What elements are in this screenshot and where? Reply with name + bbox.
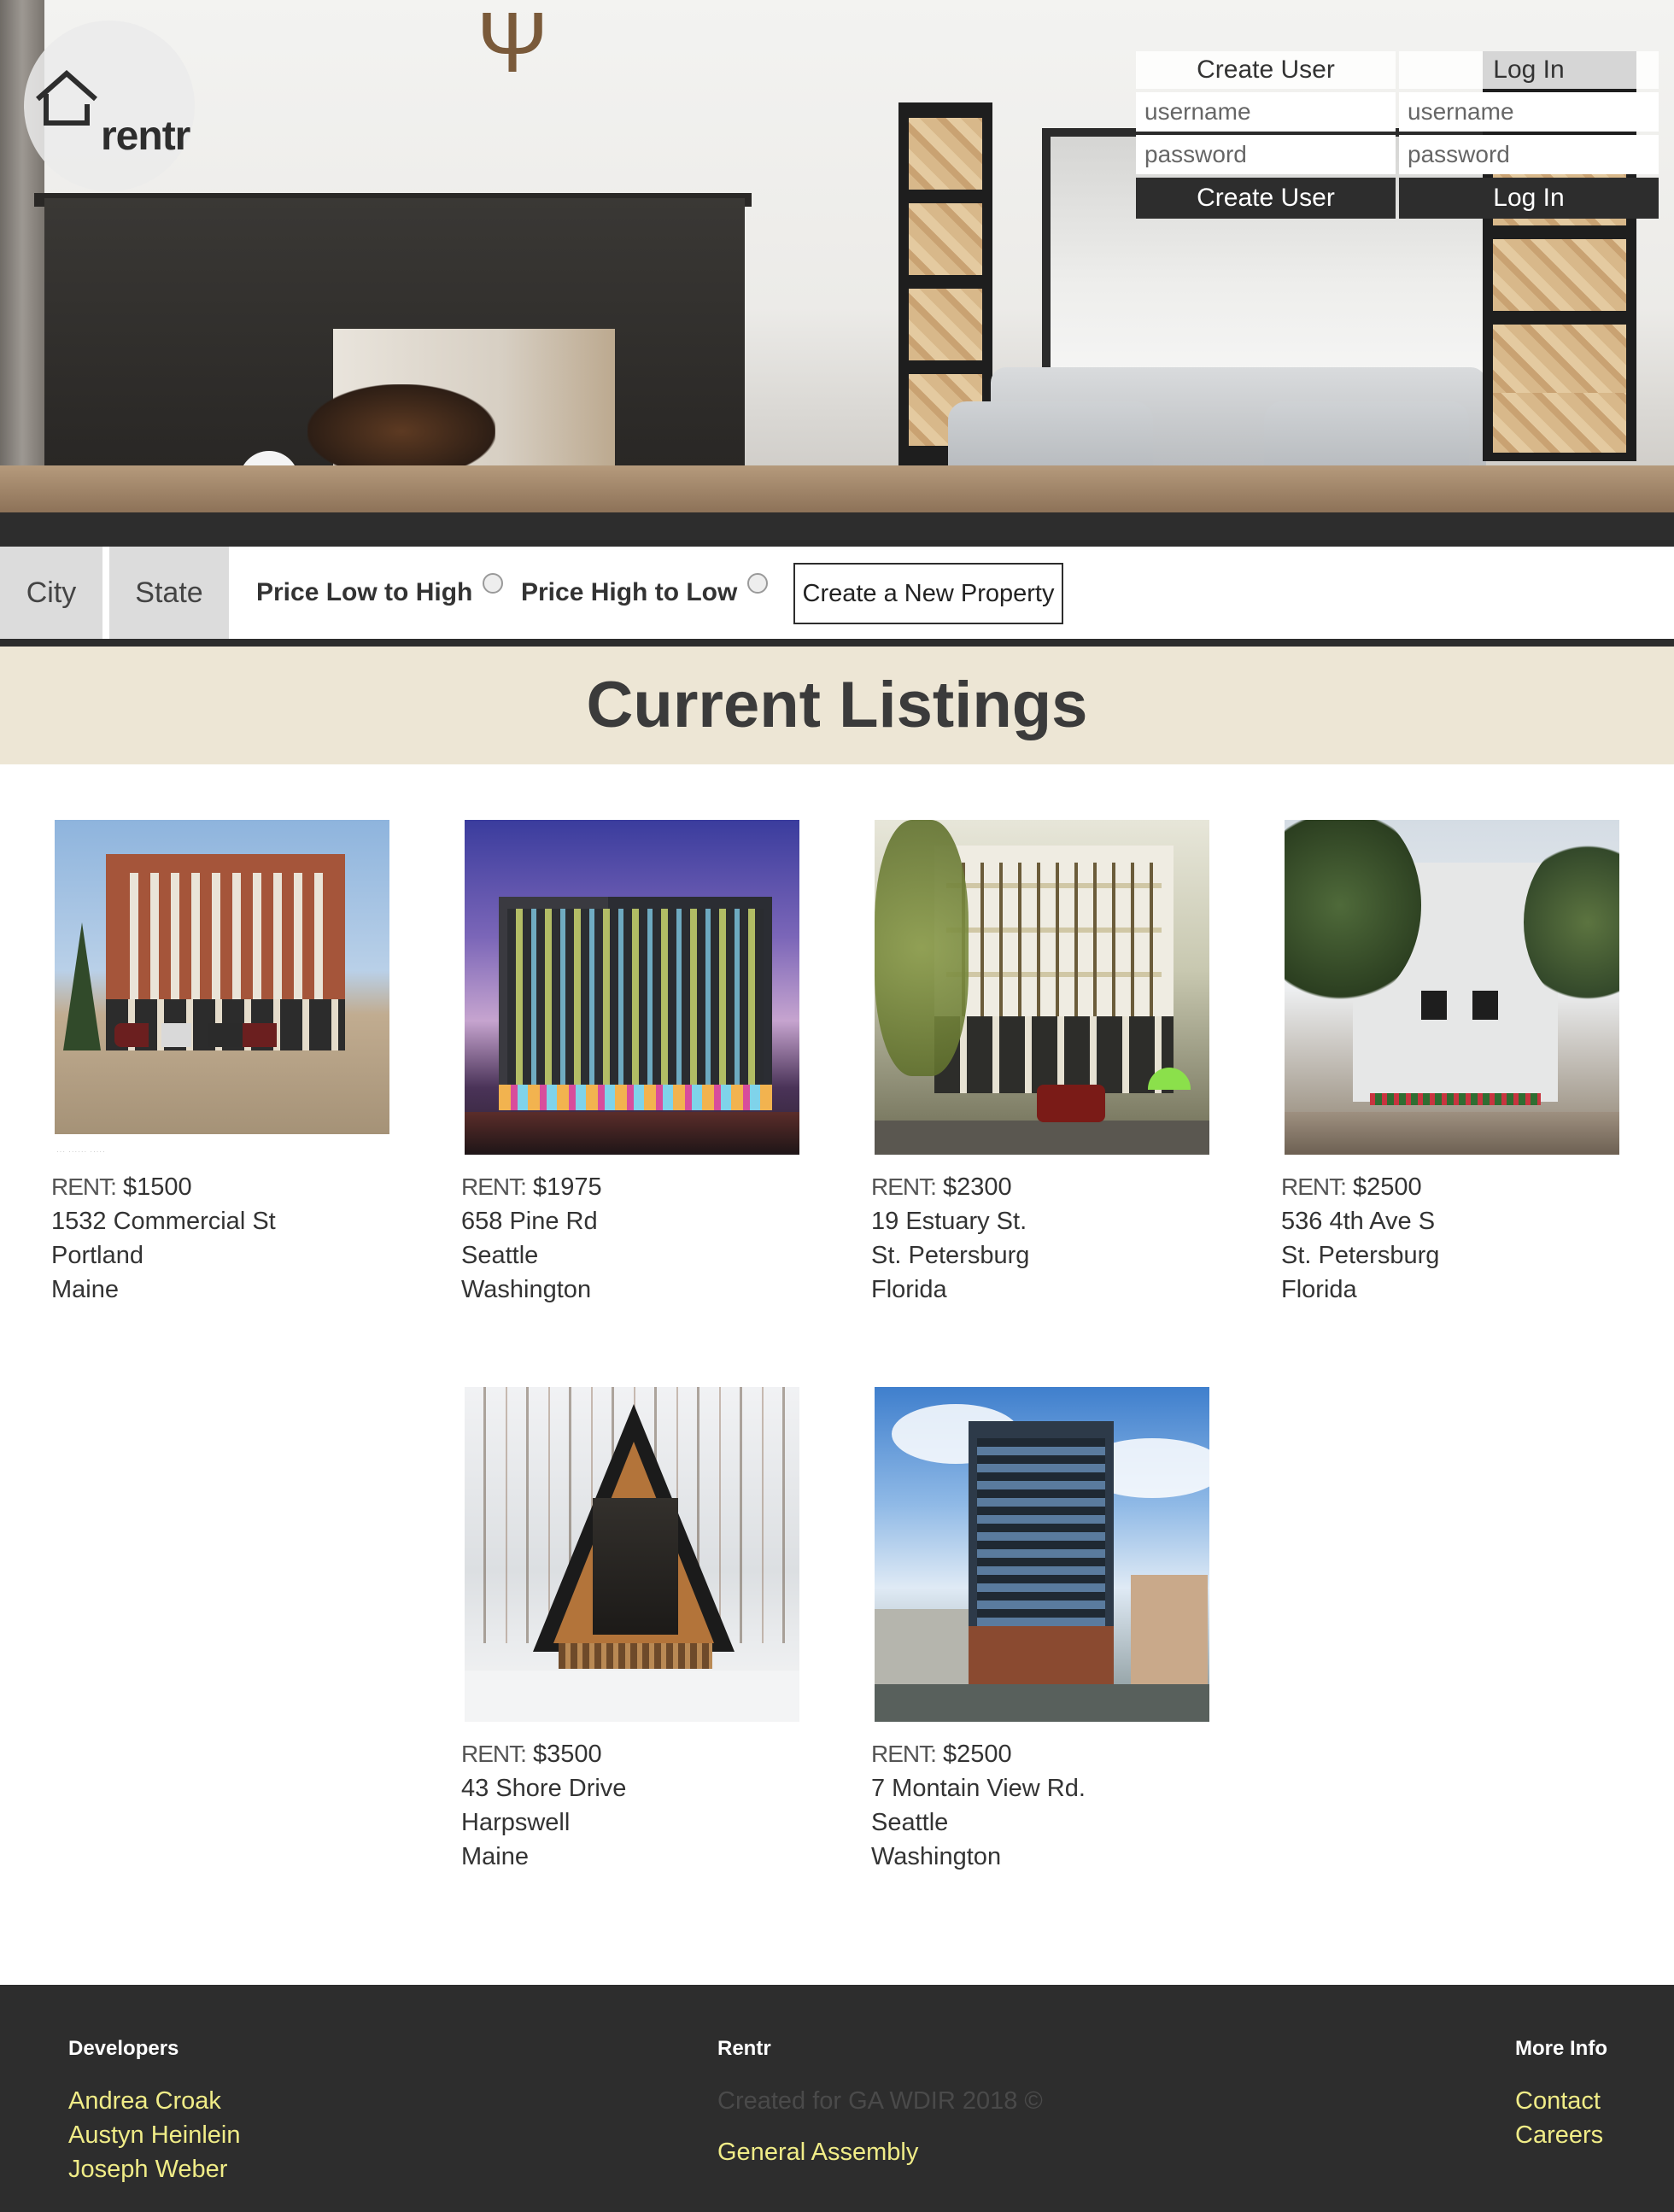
filter-state-button[interactable]: State (109, 547, 229, 639)
login-form: Log In Log In (1399, 51, 1659, 219)
site-footer: Developers Andrea Croak Austyn Heinlein … (0, 1985, 1674, 2212)
listing-city: St. Petersburg (871, 1242, 1030, 1269)
listing-rent: RENT: $2500 (1281, 1173, 1422, 1201)
listing-photo[interactable] (465, 820, 799, 1155)
footer-more-info-title: More Info (1515, 2037, 1607, 2060)
filter-bar: City State Price Low to High Price High … (0, 547, 1674, 647)
login-title: Log In (1399, 51, 1659, 89)
listing-city: Seattle (871, 1809, 949, 1836)
listing-photo[interactable] (875, 820, 1209, 1155)
listing-rent: RENT: $2300 (871, 1173, 1012, 1201)
footer-developers: Developers Andrea Croak Austyn Heinlein … (68, 2036, 241, 2186)
developer-link[interactable]: Andrea Croak (68, 2084, 241, 2118)
logo-wordmark: rentr (101, 114, 190, 159)
contact-link[interactable]: Contact (1515, 2084, 1607, 2118)
listing-rent: RENT: $3500 (461, 1741, 602, 1768)
hero-bottom-band (0, 512, 1674, 547)
listing-address: 43 Shore Drive (461, 1775, 627, 1802)
listing-city: Seattle (461, 1242, 539, 1269)
filter-bar-divider (0, 639, 1674, 647)
listing-state: Washington (871, 1843, 1002, 1870)
antler-mount: Ψ (477, 0, 548, 91)
developer-link[interactable]: Joseph Weber (68, 2152, 241, 2186)
filter-city-button[interactable]: City (0, 547, 102, 639)
listing-details: RENT: $2500 7 Montain View Rd. Seattle W… (871, 1737, 1086, 1874)
listing-address: 1532 Commercial St (51, 1208, 276, 1235)
create-username-input[interactable] (1136, 92, 1396, 132)
listing-state: Florida (1281, 1276, 1357, 1303)
footer-rentr: Rentr Created for GA WDIR 2018 © General… (717, 2036, 1043, 2169)
sort-low-to-high-option[interactable]: Price Low to High (256, 547, 504, 639)
footer-credit: Created for GA WDIR 2018 © (717, 2087, 1043, 2115)
sort-low-to-high-label: Price Low to High (256, 578, 473, 606)
login-username-input[interactable] (1399, 92, 1659, 132)
listing-details: RENT: $2300 19 Estuary St. St. Petersbur… (871, 1170, 1029, 1307)
login-button[interactable]: Log In (1399, 178, 1659, 219)
create-password-input[interactable] (1136, 135, 1396, 174)
listing-state: Maine (461, 1843, 529, 1870)
sort-low-to-high-radio[interactable] (483, 573, 504, 594)
developer-link[interactable]: Austyn Heinlein (68, 2118, 241, 2152)
listing-address: 536 4th Ave S (1281, 1208, 1436, 1235)
listing-address: 658 Pine Rd (461, 1208, 598, 1235)
careers-link[interactable]: Careers (1515, 2118, 1607, 2152)
listing-city: St. Petersburg (1281, 1242, 1440, 1269)
listing-details: RENT: $1500 1532 Commercial St Portland … (51, 1170, 276, 1307)
photo-watermark: ··· ······ ····· (56, 1148, 106, 1156)
listing-city: Portland (51, 1242, 144, 1269)
listing-details: RENT: $2500 536 4th Ave S St. Petersburg… (1281, 1170, 1439, 1307)
fireplace-logs (307, 384, 495, 478)
sort-high-to-low-option[interactable]: Price High to Low (521, 547, 769, 639)
login-password-input[interactable] (1399, 135, 1659, 174)
listing-details: RENT: $3500 43 Shore Drive Harpswell Mai… (461, 1737, 626, 1874)
listing-rent: RENT: $1975 (461, 1173, 602, 1201)
listing-photo[interactable] (55, 820, 389, 1134)
create-user-title: Create User (1136, 51, 1396, 89)
rentr-logo[interactable]: rentr (24, 20, 195, 191)
listing-photo[interactable] (465, 1387, 799, 1722)
footer-rentr-title: Rentr (717, 2037, 771, 2060)
listing-state: Florida (871, 1276, 947, 1303)
listings-title-band: Current Listings (0, 647, 1674, 764)
create-user-form: Create User Create User (1136, 51, 1396, 219)
listing-details: RENT: $1975 658 Pine Rd Seattle Washingt… (461, 1170, 602, 1307)
footer-developers-title: Developers (68, 2037, 179, 2060)
listing-address: 19 Estuary St. (871, 1208, 1027, 1235)
create-user-button[interactable]: Create User (1136, 178, 1396, 219)
house-icon (36, 69, 97, 126)
sort-high-to-low-label: Price High to Low (521, 578, 738, 606)
listing-state: Washington (461, 1276, 592, 1303)
page-title: Current Listings (586, 669, 1088, 741)
listing-address: 7 Montain View Rd. (871, 1775, 1086, 1802)
footer-more-info: More Info Contact Careers (1515, 2036, 1607, 2152)
listing-city: Harpswell (461, 1809, 571, 1836)
hero-floor (0, 465, 1674, 512)
listing-rent: RENT: $1500 (51, 1173, 192, 1201)
listing-photo[interactable] (1285, 820, 1619, 1155)
listing-rent: RENT: $2500 (871, 1741, 1012, 1768)
listing-state: Maine (51, 1276, 119, 1303)
listing-photo[interactable] (875, 1387, 1209, 1722)
create-property-button[interactable]: Create a New Property (793, 563, 1063, 624)
general-assembly-link[interactable]: General Assembly (717, 2135, 1043, 2169)
sort-high-to-low-radio[interactable] (747, 573, 769, 594)
